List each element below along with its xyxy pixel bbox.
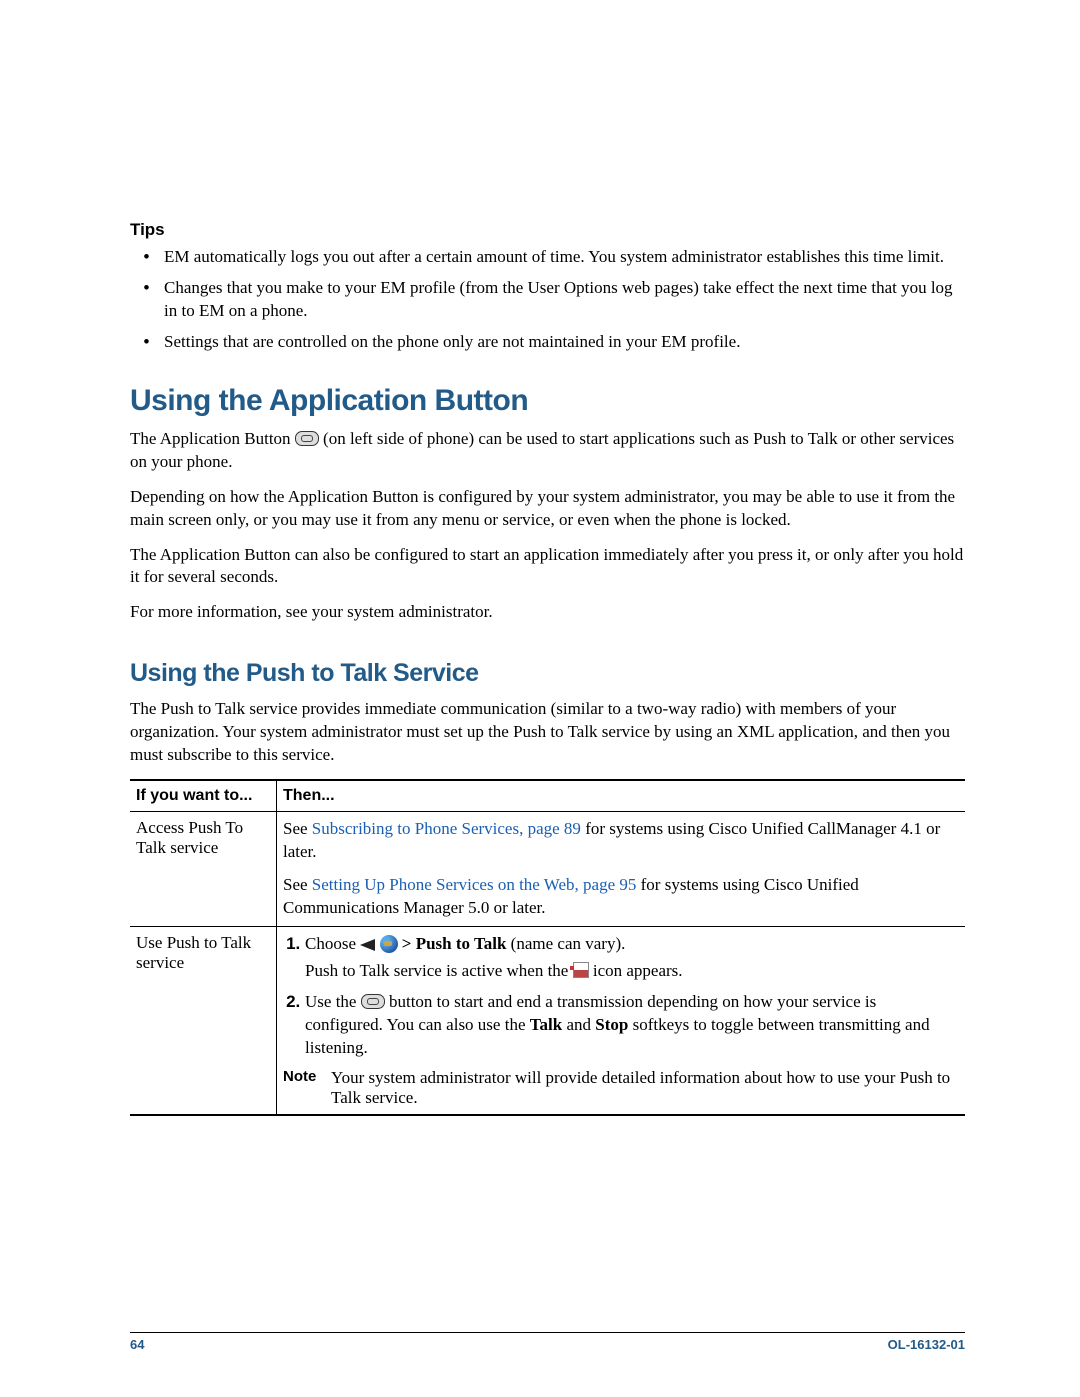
document-id: OL-16132-01 [888,1337,965,1352]
paragraph: The Push to Talk service provides immedi… [130,698,965,767]
application-button-icon [295,431,319,446]
text: Push to Talk [416,934,507,953]
text: icon appears. [593,961,683,980]
link-setting-up-phone-services[interactable]: Setting Up Phone Services on the Web, pa… [312,875,637,894]
instruction-table: If you want to... Then... Access Push To… [130,779,965,1115]
text: See [283,875,312,894]
tip-item: EM automatically logs you out after a ce… [158,246,965,269]
cell-if: Access Push To Talk service [130,812,277,927]
note-text: Your system administrator will provide d… [331,1068,955,1108]
step-2: Use the button to start and end a transm… [305,991,955,1060]
heading-application-button: Using the Application Button [130,384,965,418]
text: and [562,1015,595,1034]
paragraph: The Application Button can also be confi… [130,544,965,590]
table-row: Access Push To Talk service See Subscrib… [130,812,965,927]
tips-list: EM automatically logs you out after a ce… [130,246,965,354]
note: Note Your system administrator will prov… [283,1068,955,1108]
text: The Application Button [130,429,295,448]
link-subscribing-phone-services[interactable]: Subscribing to Phone Services, page 89 [312,819,581,838]
text: (name can vary). [506,934,625,953]
paragraph: Depending on how the Application Button … [130,486,965,532]
text: Push to Talk service is active when the [305,961,573,980]
application-button-icon [361,994,385,1009]
tip-item: Settings that are controlled on the phon… [158,331,965,354]
cell-if: Use Push to Talk service [130,926,277,1114]
globe-icon [380,935,398,953]
tips-heading: Tips [130,220,965,240]
step-1: Choose > Push to Talk (name can vary). P… [305,933,955,983]
text: See [283,819,312,838]
paragraph: The Application Button (on left side of … [130,428,965,474]
column-header-then: Then... [277,780,966,812]
note-label: Note [283,1068,331,1108]
text: Stop [595,1015,628,1034]
page-number: 64 [130,1337,144,1352]
tip-item: Changes that you make to your EM profile… [158,277,965,323]
text: Talk [530,1015,562,1034]
text: Use the [305,992,361,1011]
page-footer: 64 OL-16132-01 [130,1332,965,1352]
text: > [402,934,416,953]
push-to-talk-icon [573,962,589,978]
left-arrow-icon [360,939,375,951]
column-header-if: If you want to... [130,780,277,812]
cell-then: See Subscribing to Phone Services, page … [277,812,966,927]
paragraph: For more information, see your system ad… [130,601,965,624]
text: Choose [305,934,360,953]
cell-then: Choose > Push to Talk (name can vary). P… [277,926,966,1114]
heading-push-to-talk: Using the Push to Talk Service [130,659,965,688]
table-row: Use Push to Talk service Choose > Push t… [130,926,965,1114]
